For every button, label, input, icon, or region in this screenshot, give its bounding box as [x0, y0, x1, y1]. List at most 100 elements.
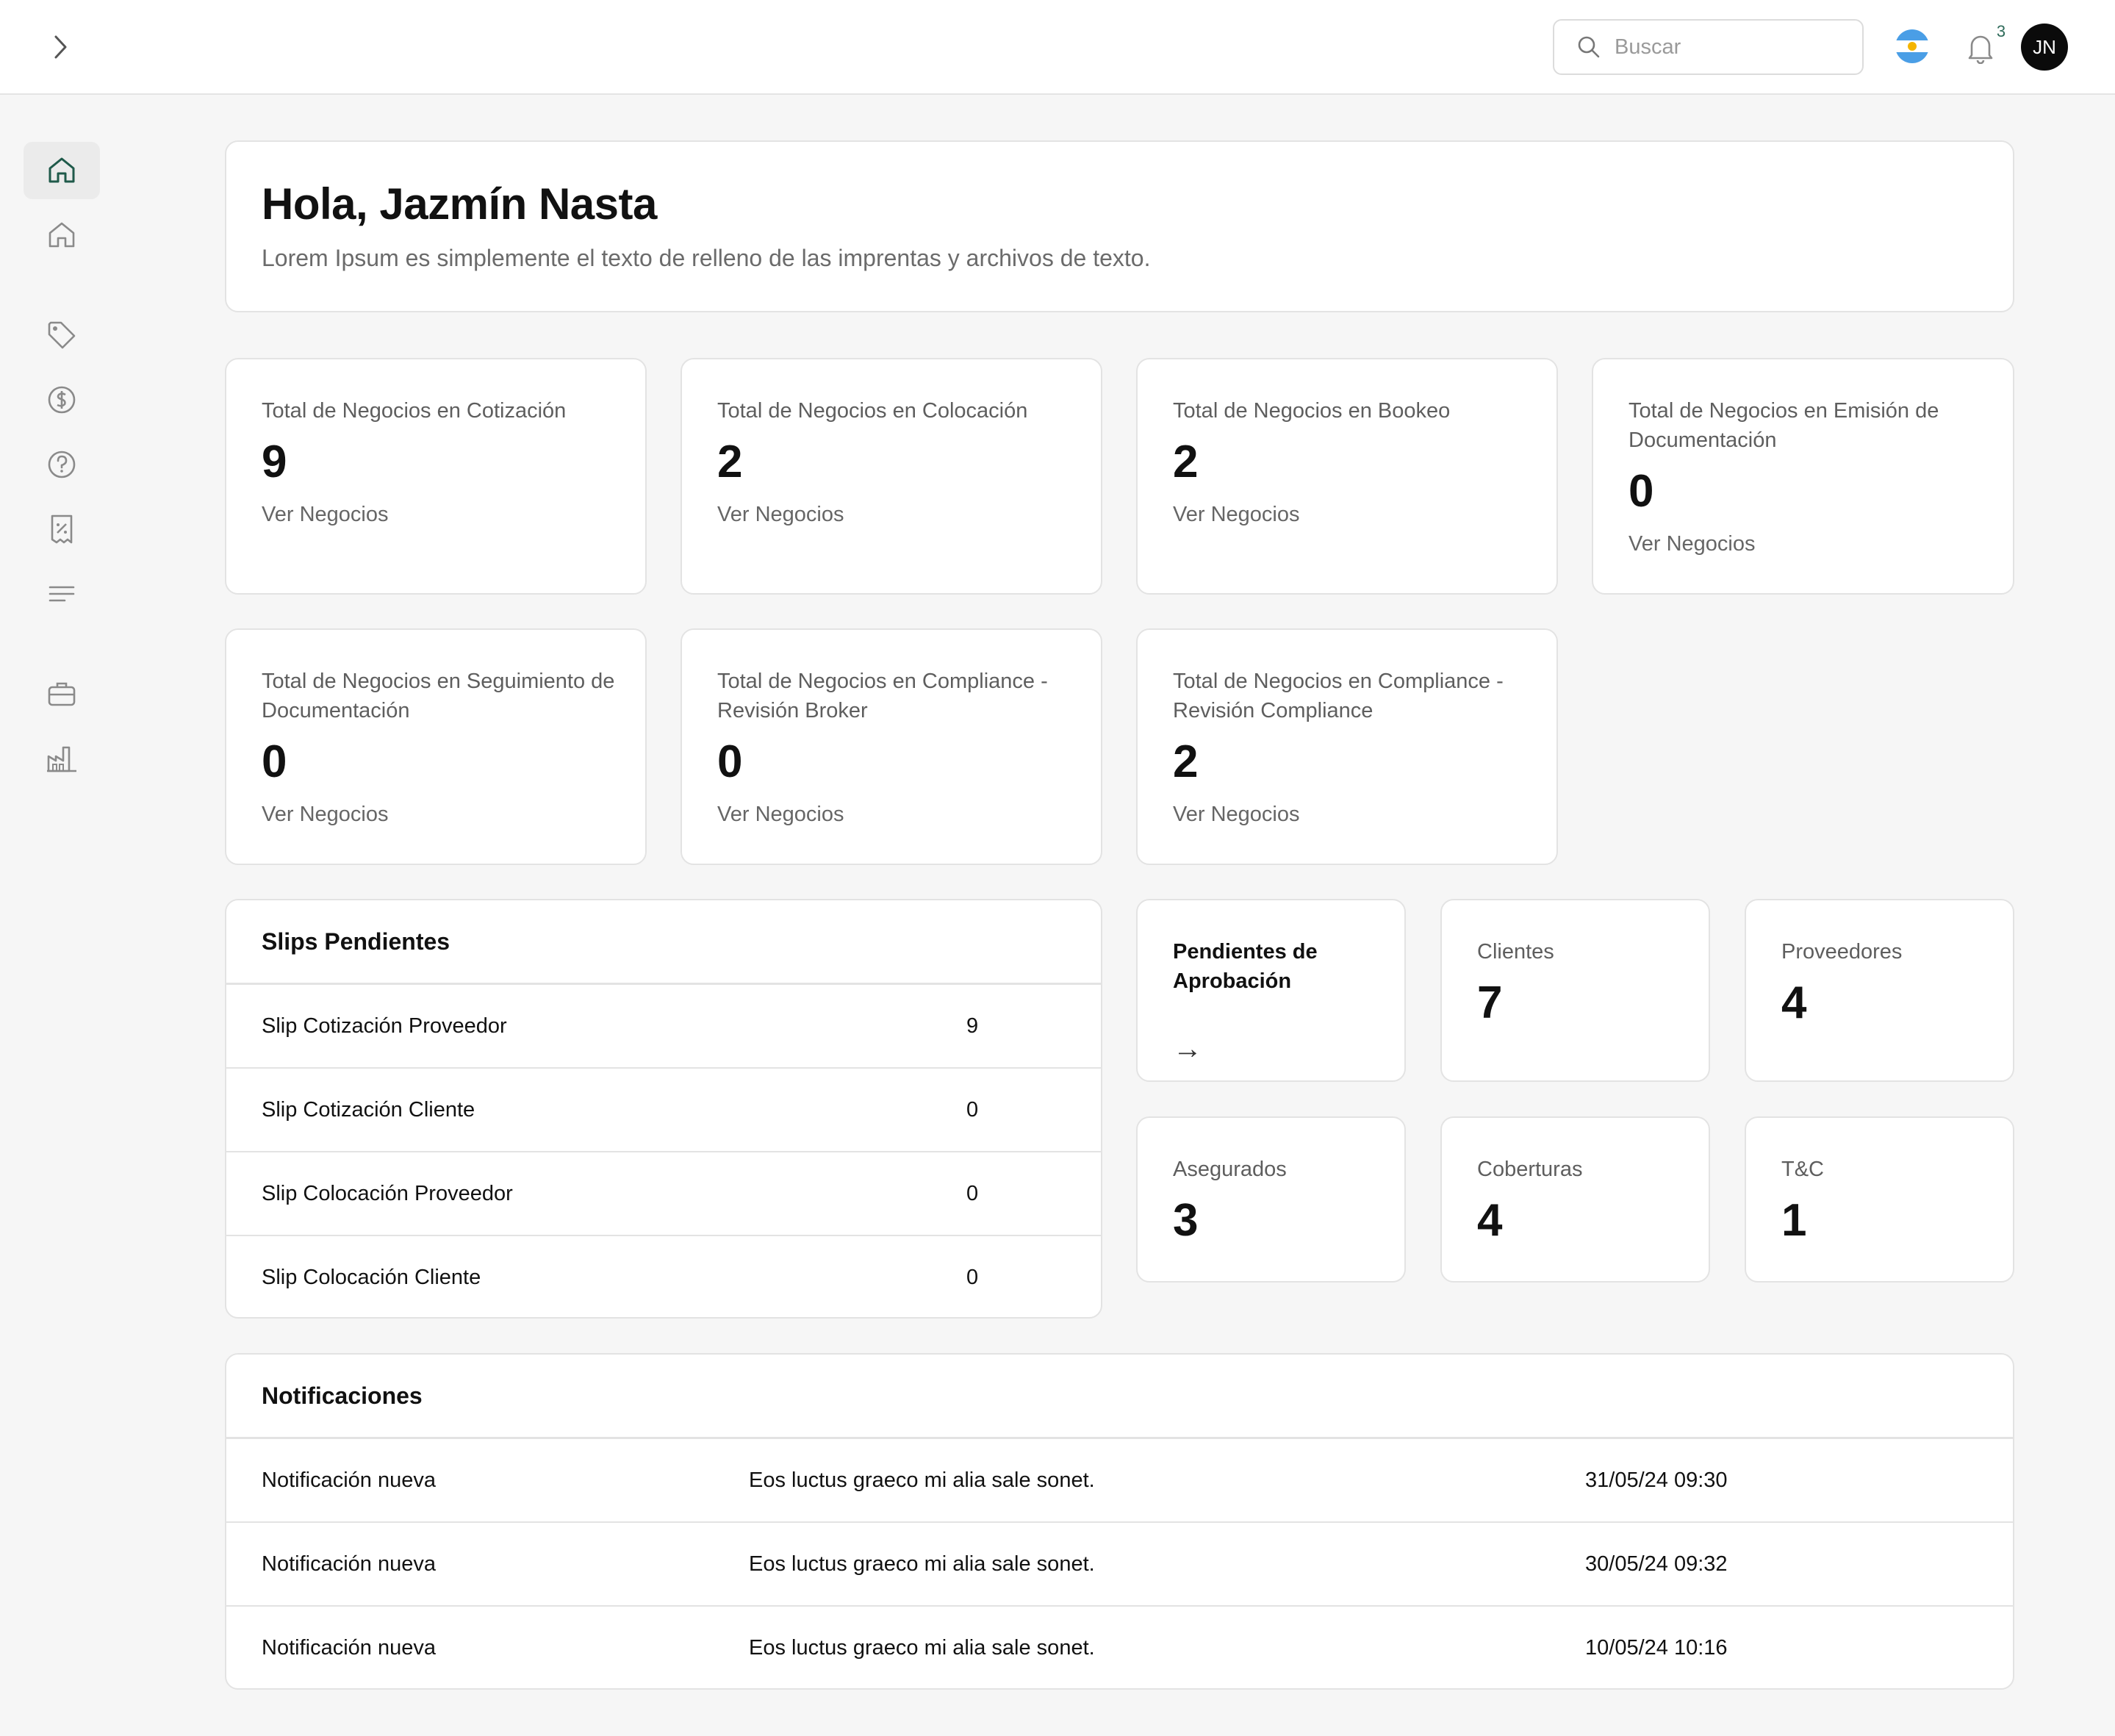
slip-count: 0 — [966, 1266, 979, 1289]
slip-count: 9 — [966, 1014, 979, 1038]
asegurados-value: 3 — [1173, 1195, 1199, 1246]
slip-name: Slip Cotización Proveedor — [262, 1014, 507, 1038]
slips-title: Slips Pendientes — [262, 928, 450, 955]
stat-label: Total de Negocios en Colocación — [717, 399, 1028, 423]
notifications-title: Notificaciones — [262, 1382, 423, 1409]
stat-label: Total de Negocios en Cotización — [262, 399, 567, 423]
stat-value: 2 — [1173, 736, 1199, 787]
sidebar-item-home-2[interactable] — [24, 207, 100, 264]
stat-card-cotizacion: Total de Negocios en Cotización 9 Ver Ne… — [225, 358, 647, 595]
search-box[interactable] — [1553, 19, 1864, 75]
proveedores-value: 4 — [1781, 978, 1807, 1028]
slips-pendientes-card: Slips Pendientes Slip Cotización Proveed… — [225, 899, 1102, 1319]
notification-date: 30/05/24 09:32 — [1585, 1552, 1728, 1576]
table-row[interactable]: Slip Cotización Cliente 0 — [226, 1069, 1101, 1152]
table-row[interactable]: Notificación nueva Eos luctus graeco mi … — [226, 1439, 2013, 1523]
ver-negocios-link[interactable]: Ver Negocios — [262, 803, 389, 827]
greeting-title: Hola, Jazmín Nasta — [262, 179, 657, 229]
pendientes-label: Pendientes de Aprobación — [1173, 940, 1318, 993]
help-icon — [48, 451, 76, 478]
stat-card-colocacion: Total de Negocios en Colocación 2 Ver Ne… — [681, 358, 1102, 595]
stat-card-compliance-review: Total de Negocios en Compliance - Revisi… — [1136, 628, 1558, 865]
dollar-icon — [48, 386, 76, 414]
ver-negocios-link[interactable]: Ver Negocios — [717, 503, 844, 527]
sidebar-item-tags[interactable] — [24, 306, 100, 364]
sidebar-item-home[interactable] — [24, 142, 100, 199]
home-icon — [49, 157, 75, 183]
stat-label: Total de Negocios en Compliance - Revisi… — [717, 670, 1048, 722]
slip-name: Slip Colocación Proveedor — [262, 1182, 513, 1205]
stat-card-bookeo: Total de Negocios en Bookeo 2 Ver Negoci… — [1136, 358, 1558, 595]
slip-name: Slip Colocación Cliente — [262, 1266, 481, 1289]
stat-card-emision: Total de Negocios en Emisión de Document… — [1592, 358, 2014, 595]
sidebar-item-list[interactable] — [24, 565, 100, 623]
slip-count: 0 — [966, 1182, 979, 1205]
stat-label: Total de Negocios en Bookeo — [1173, 399, 1451, 423]
ver-negocios-link[interactable]: Ver Negocios — [717, 803, 844, 827]
asegurados-label: Asegurados — [1173, 1158, 1287, 1181]
proveedores-label: Proveedores — [1781, 940, 1903, 964]
stat-label: Total de Negocios en Seguimiento de Docu… — [262, 670, 615, 722]
stat-value: 2 — [1173, 437, 1199, 487]
stat-value: 0 — [717, 736, 743, 787]
stat-card-seguimiento: Total de Negocios en Seguimiento de Docu… — [225, 628, 647, 865]
sidebar-item-business[interactable] — [24, 665, 100, 722]
slip-name: Slip Cotización Cliente — [262, 1098, 475, 1122]
ver-negocios-link[interactable]: Ver Negocios — [262, 503, 389, 527]
stat-value: 9 — [262, 437, 287, 487]
flag-sun — [1908, 42, 1917, 51]
briefcase-icon — [48, 682, 76, 706]
coberturas-label: Coberturas — [1477, 1158, 1583, 1181]
asegurados-card[interactable]: Asegurados 3 — [1136, 1116, 1406, 1283]
ver-negocios-link[interactable]: Ver Negocios — [1629, 532, 1756, 556]
ver-negocios-link[interactable]: Ver Negocios — [1173, 503, 1300, 527]
sidebar-item-companies[interactable] — [24, 730, 100, 787]
stat-value: 2 — [717, 437, 743, 487]
top-bar: 3 JN — [0, 0, 2115, 95]
pendientes-aprobacion-card[interactable]: Pendientes de Aprobación → — [1136, 899, 1406, 1082]
home-outline-icon — [49, 222, 75, 248]
slip-count: 0 — [966, 1098, 979, 1122]
table-row[interactable]: Slip Colocación Cliente 0 — [226, 1236, 1101, 1320]
receipt-percent-icon — [51, 514, 73, 544]
stat-card-compliance-broker: Total de Negocios en Compliance - Revisi… — [681, 628, 1102, 865]
notification-date: 31/05/24 09:30 — [1585, 1468, 1728, 1492]
notification-count-badge: 3 — [1989, 19, 2014, 44]
greeting-card: Hola, Jazmín Nasta Lorem Ipsum es simple… — [225, 140, 2014, 312]
sidebar-item-finance[interactable] — [24, 371, 100, 428]
ver-negocios-link[interactable]: Ver Negocios — [1173, 803, 1300, 827]
factory-icon — [47, 746, 76, 772]
stat-value: 0 — [262, 736, 287, 787]
list-icon — [49, 586, 75, 602]
arrow-right-icon[interactable]: → — [1173, 1033, 1202, 1066]
search-input[interactable] — [1615, 35, 1850, 60]
notification-type: Notificación nueva — [262, 1636, 436, 1660]
slips-table: Slip Cotización Proveedor 9 Slip Cotizac… — [226, 983, 1101, 1320]
notification-message: Eos luctus graeco mi alia sale sonet. — [749, 1552, 1095, 1576]
stat-label: Total de Negocios en Emisión de Document… — [1629, 399, 1939, 452]
notifications-card: Notificaciones Notificación nueva Eos lu… — [225, 1353, 2014, 1690]
notification-type: Notificación nueva — [262, 1552, 436, 1576]
tyc-card[interactable]: T&C 1 — [1745, 1116, 2014, 1283]
notification-message: Eos luctus graeco mi alia sale sonet. — [749, 1468, 1095, 1492]
tyc-label: T&C — [1781, 1158, 1824, 1181]
table-row[interactable]: Slip Colocación Proveedor 0 — [226, 1152, 1101, 1236]
user-avatar[interactable]: JN — [2021, 24, 2068, 71]
clientes-value: 7 — [1477, 978, 1503, 1028]
notification-type: Notificación nueva — [262, 1468, 436, 1492]
argentina-flag-icon[interactable] — [1895, 29, 1929, 63]
expand-sidebar-button[interactable] — [46, 32, 75, 62]
sidebar-item-commissions[interactable] — [24, 501, 100, 558]
table-row[interactable]: Slip Cotización Proveedor 9 — [226, 985, 1101, 1069]
sidebar-item-help[interactable] — [24, 436, 100, 493]
clientes-card[interactable]: Clientes 7 — [1440, 899, 1710, 1082]
stat-label: Total de Negocios en Compliance - Revisi… — [1173, 670, 1504, 722]
greeting-subtitle: Lorem Ipsum es simplemente el texto de r… — [262, 245, 1151, 271]
table-row[interactable]: Notificación nueva Eos luctus graeco mi … — [226, 1607, 2013, 1690]
tag-icon — [48, 321, 76, 349]
coberturas-card[interactable]: Coberturas 4 — [1440, 1116, 1710, 1283]
tyc-value: 1 — [1781, 1195, 1807, 1246]
proveedores-card[interactable]: Proveedores 4 — [1745, 899, 2014, 1082]
chevron-right-icon — [54, 35, 67, 59]
table-row[interactable]: Notificación nueva Eos luctus graeco mi … — [226, 1523, 2013, 1607]
